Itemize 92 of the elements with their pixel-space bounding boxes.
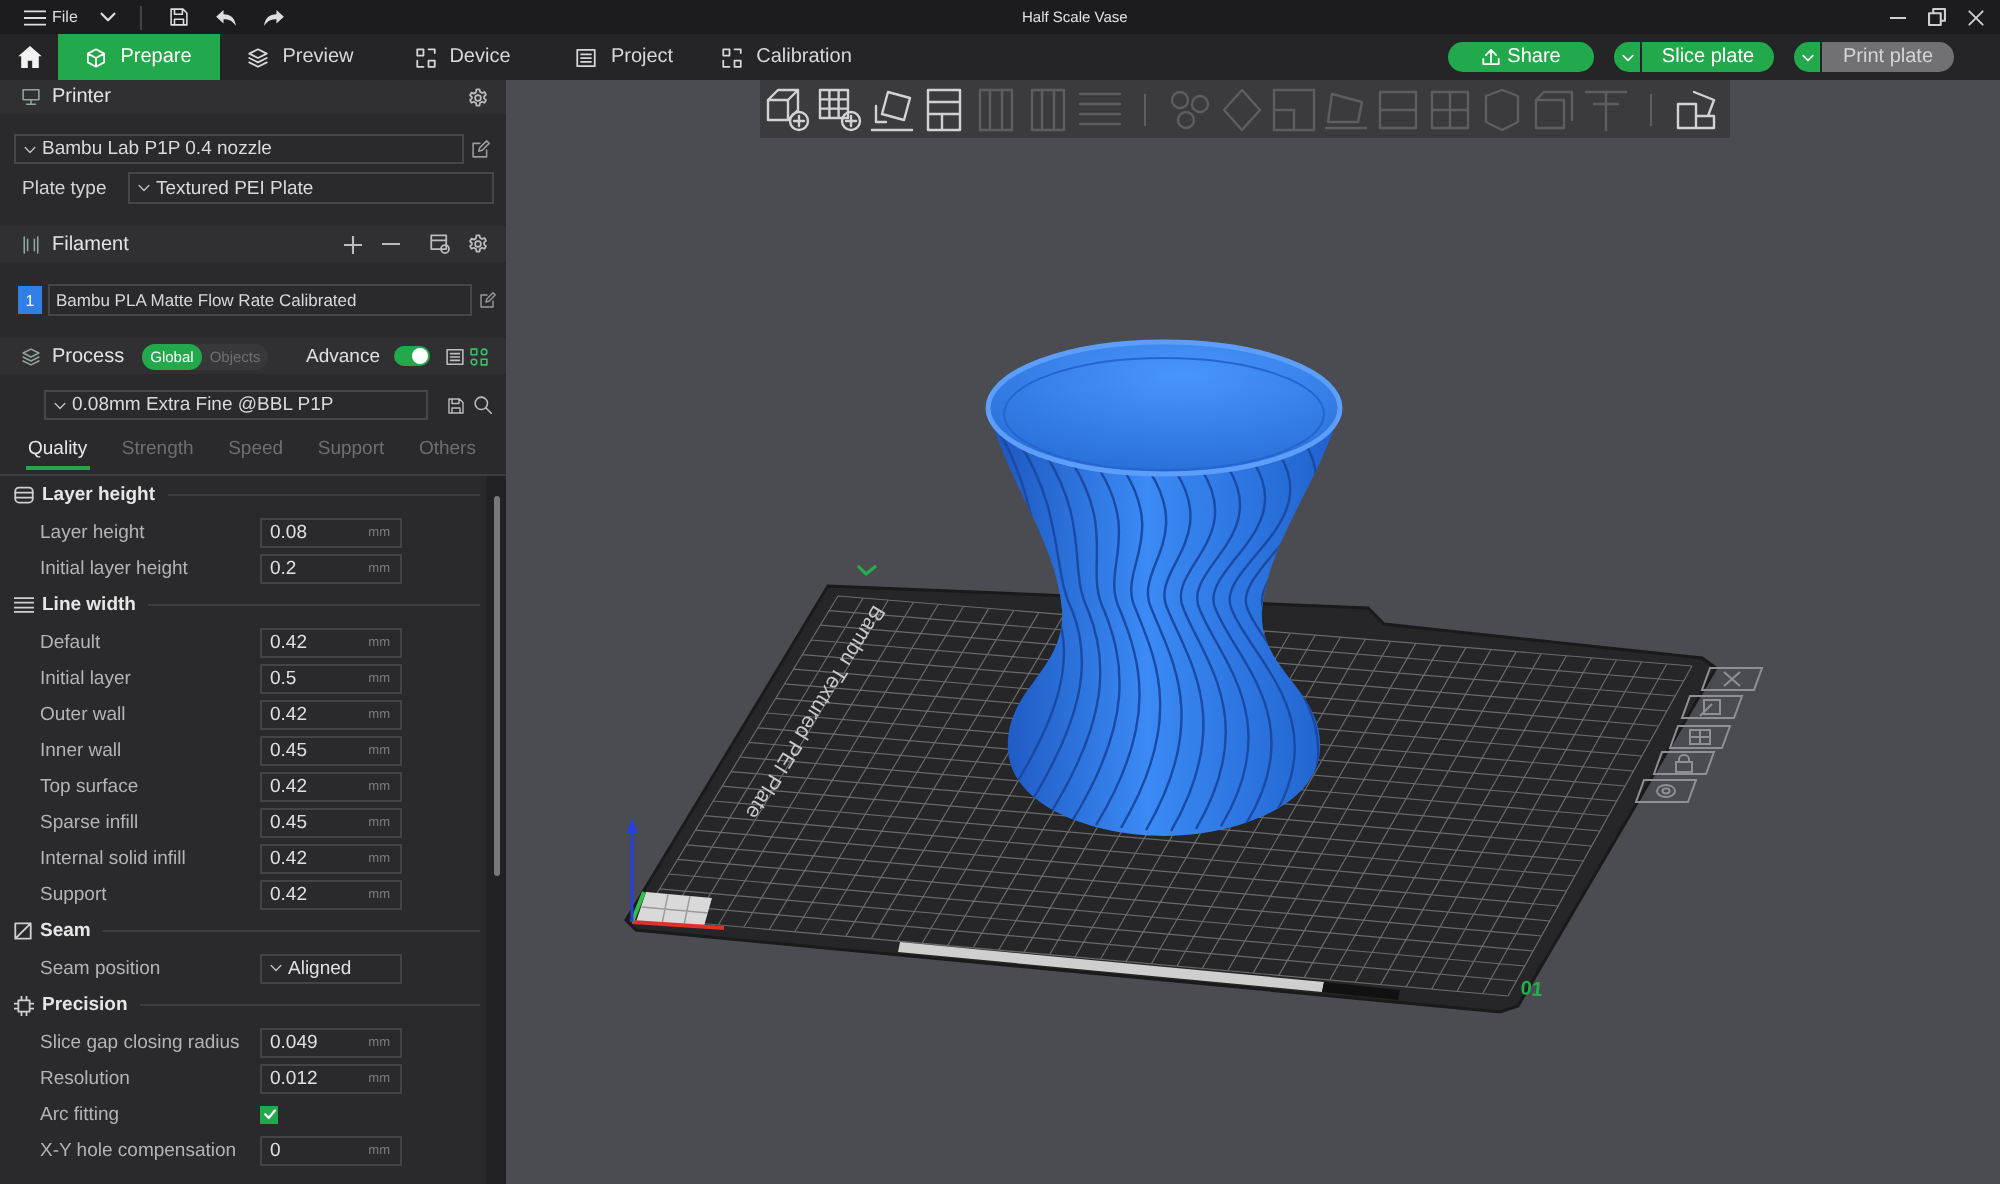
undo-icon[interactable] [215,9,236,25]
settings-icon[interactable] [468,87,488,107]
field-label: Plate type [20,177,109,199]
check-icon [261,1106,277,1122]
setting-label: Sparse infill [38,811,141,833]
layer-stack-icon [14,486,34,504]
list-icon [576,47,597,67]
setting-label: X-Y hole compensation [38,1139,239,1161]
setting-label: Seam position [38,957,163,979]
section-title: Printer [52,86,111,108]
layers-icon [248,47,269,67]
cube-plus-icon[interactable] [766,87,810,131]
plus-icon[interactable] [344,235,362,253]
filament-dropdown[interactable]: Bambu PLA Matte Flow Rate Calibrated [48,284,472,316]
caret-icon [1801,53,1813,61]
layers-icon [22,347,40,365]
dropdown-toggle[interactable] [1794,42,1820,72]
scrollbar-thumb[interactable] [493,496,499,876]
edit-icon[interactable] [472,140,490,158]
lock-icon[interactable] [1652,751,1716,775]
menu-icon [24,9,46,25]
group-title: Precision [42,994,128,1016]
tab[interactable]: Calibration [706,34,868,80]
tab[interactable]: Device [382,34,544,80]
color-badge: 1 [18,286,42,314]
plate-type-dropdown[interactable]: Textured PEI Plate [128,172,494,204]
dropdown-toggle[interactable] [1614,42,1640,72]
layout-icon[interactable] [922,87,966,131]
setting-label: Slice gap closing radius [38,1031,242,1053]
toggle-switch[interactable] [394,346,430,366]
printer-dropdown[interactable]: Bambu Lab P1P 0.4 nozzle [14,134,464,164]
home-icon [17,46,41,68]
grid-icon[interactable] [1668,725,1732,749]
axis-gizmo [626,818,725,930]
shapes-icon[interactable] [470,347,488,365]
close-icon[interactable] [1968,9,1984,25]
edit-icon[interactable] [480,292,496,308]
setting-label: Outer wall [38,703,128,725]
setting-label: Top surface [38,775,141,797]
section-title: Process [52,345,125,367]
process-dropdown[interactable]: 0.08mm Extra Fine @BBL P1P [44,390,428,420]
setting-label: Initial layer [38,667,133,689]
marker-icon [856,564,877,576]
setting-label: Layer height [38,521,147,543]
tab[interactable]: Quality [26,432,90,470]
plate-number: 01 [1519,978,1544,1003]
file-menu[interactable]: File [24,0,78,34]
group-title: Layer height [42,484,155,506]
ring-icon[interactable] [1634,779,1698,803]
spool-icon [22,235,40,253]
monitor-icon [22,88,40,106]
group-title: Seam [40,920,91,942]
setting-label: Support [38,883,109,905]
save-icon[interactable] [169,8,188,26]
squares-icon [415,47,436,67]
setting-label: Inner wall [38,739,124,761]
list-icon[interactable] [446,347,464,365]
close-icon[interactable] [1700,667,1764,691]
origin-tile [636,892,712,926]
caret-icon [54,401,66,409]
setting-label: Resolution [38,1067,132,1089]
caret-icon [270,964,282,972]
settings-icon[interactable] [468,234,488,254]
setting-label: Arc fitting [38,1103,122,1125]
minus-icon[interactable] [382,242,400,246]
squares-icon [722,47,743,67]
setting-label: Default [38,631,103,653]
tab[interactable]: Project [544,34,706,80]
section-title: Filament [52,233,129,255]
redo-icon[interactable] [263,9,284,25]
caret-icon [138,184,150,192]
lines-icon [14,596,34,614]
dropdown[interactable]: Aligned [260,953,402,983]
search-icon[interactable] [474,396,492,414]
setting-label: Internal solid infill [38,847,188,869]
caret-icon [24,145,36,153]
puzzle-icon[interactable] [1674,87,1718,131]
restore-icon[interactable] [1928,8,1946,26]
caret-icon[interactable] [99,12,116,22]
toggle-label: Advance [306,345,380,367]
save-icon[interactable] [448,397,464,413]
checkbox[interactable] [260,1105,278,1123]
tab[interactable]: Preview [220,34,382,80]
group-title: Line width [42,594,136,616]
panel-icon[interactable] [430,234,450,254]
caret-icon [1621,53,1633,61]
minimize-icon[interactable] [1890,15,1906,19]
cube-icon [86,47,107,67]
setting-label: Initial layer height [38,557,190,579]
grid-plus-icon[interactable] [818,87,862,131]
upload-icon [1481,48,1500,66]
chip-icon [14,995,34,1015]
